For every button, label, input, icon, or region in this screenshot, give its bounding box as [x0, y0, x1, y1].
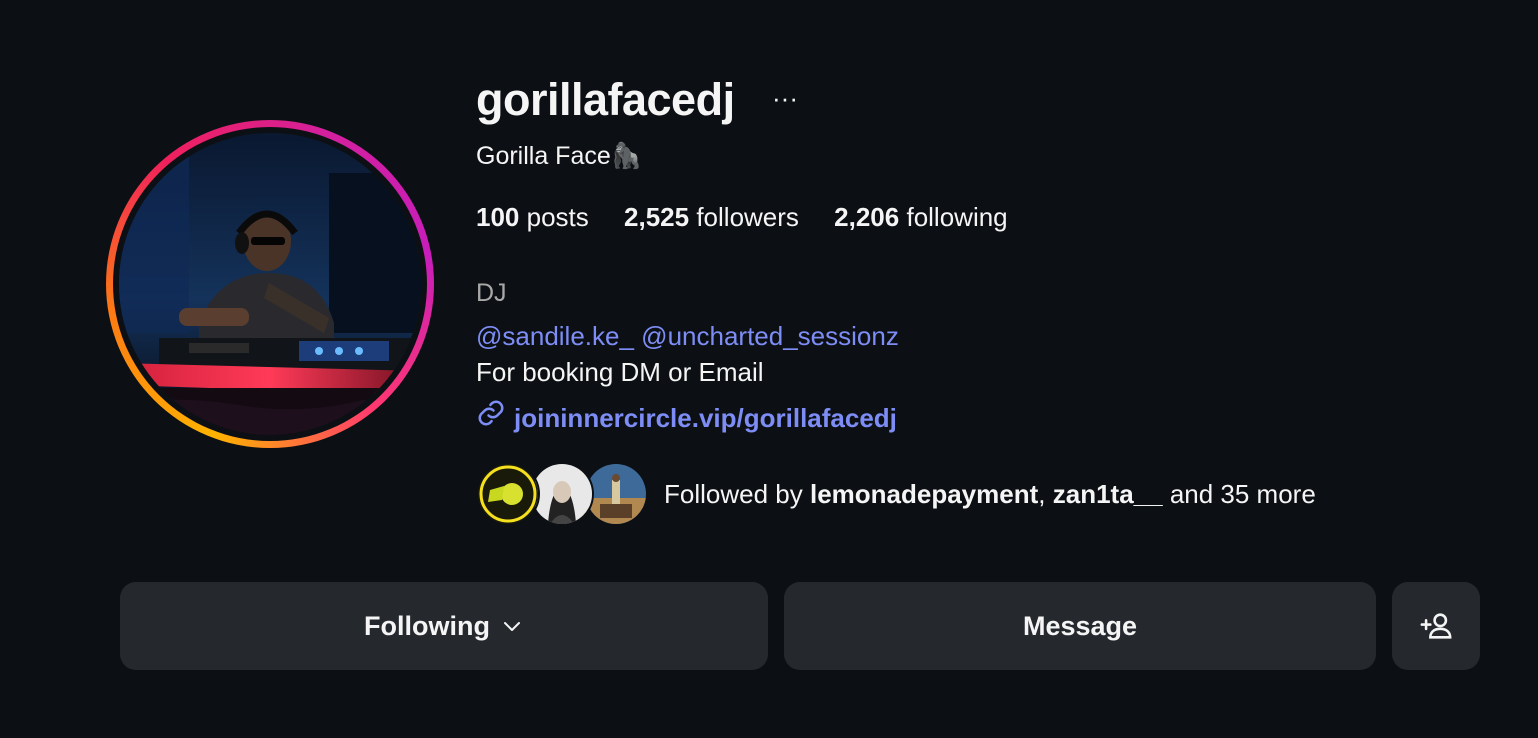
followed-by-user-zan1ta[interactable]: zan1ta__ [1053, 479, 1163, 509]
profile-stats: 100 posts 2,525 followers 2,206 followin… [476, 197, 1036, 237]
following-button[interactable]: Following [120, 582, 768, 670]
username: gorillafacedj [476, 74, 735, 125]
external-link[interactable]: joininnercircle.vip/gorillafacedj [476, 398, 897, 437]
add-user-icon[interactable] [1419, 609, 1453, 643]
followed-by[interactable]: Followed by lemonadepayment, zan1ta__ an… [476, 462, 1316, 526]
more-options-button[interactable]: ··· [772, 80, 798, 116]
more-icon[interactable]: ··· [772, 83, 798, 113]
posts-label: posts [526, 202, 589, 232]
followed-by-user-lemonadepayment[interactable]: lemonadepayment [810, 479, 1038, 509]
followed-by-separator: , [1038, 478, 1046, 509]
following-button-label[interactable]: Following [364, 611, 490, 642]
following-label[interactable]: following [906, 202, 1007, 232]
followers-count[interactable]: 2,525 [624, 202, 689, 232]
bio-booking-line: For booking DM or Email [476, 357, 764, 387]
bio-mentions: @sandile.ke_ @uncharted_sessionz [476, 318, 899, 354]
link-icon [476, 398, 506, 437]
message-button[interactable]: Message [784, 582, 1376, 670]
avatar[interactable] [119, 133, 421, 435]
posts-count: 100 [476, 202, 520, 232]
category-label: DJ [476, 279, 507, 307]
follower-avatar-lemonade [476, 462, 540, 526]
mention-link-sandile[interactable]: @sandile.ke_ [476, 321, 634, 351]
followed-by-prefix: Followed by [664, 478, 803, 509]
mention-link-uncharted[interactable]: @uncharted_sessionz [641, 321, 899, 351]
external-link-text[interactable]: joininnercircle.vip/gorillafacedj [514, 400, 897, 436]
followed-by-text[interactable]: Followed by lemonadepayment, zan1ta__ an… [664, 479, 1316, 510]
posts-stat: 100 posts [476, 202, 589, 232]
full-name: Gorilla Face🦍 [476, 142, 642, 170]
followers-label[interactable]: followers [696, 202, 799, 232]
avatar-gap [113, 127, 427, 441]
chevron-down-icon [500, 614, 524, 638]
following-count[interactable]: 2,206 [834, 202, 899, 232]
avatar-photo [119, 133, 421, 435]
suggested-users-button[interactable] [1392, 582, 1480, 670]
followers-stat[interactable]: 2,525 followers [624, 202, 799, 232]
following-stat[interactable]: 2,206 following [834, 202, 1007, 232]
message-button-label[interactable]: Message [1023, 611, 1137, 642]
followed-by-suffix[interactable]: and 35 more [1170, 479, 1316, 509]
story-ring[interactable] [106, 120, 434, 448]
